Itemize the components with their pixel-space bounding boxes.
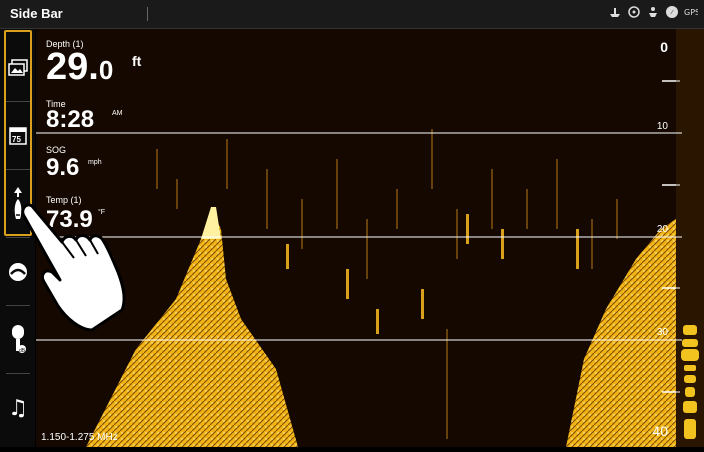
sog-value: 9.6 bbox=[46, 154, 80, 181]
depth-mark-40: 40 bbox=[652, 423, 668, 439]
music-note-icon: ♫ bbox=[8, 395, 28, 421]
anchor-icon bbox=[646, 5, 660, 19]
compass-icon bbox=[665, 5, 679, 19]
depth-strip-graphic bbox=[676, 29, 704, 447]
thermometer-gauge-icon: 75 bbox=[9, 127, 27, 145]
topbar-divider bbox=[147, 7, 148, 21]
depth-unit: ft bbox=[132, 53, 142, 69]
depth-strip bbox=[676, 29, 704, 447]
gallery-icon bbox=[8, 59, 28, 76]
status-icons: GPS bbox=[608, 5, 700, 19]
music-button[interactable]: ♫ bbox=[4, 377, 32, 439]
steering-wheel-icon bbox=[627, 5, 641, 19]
svg-text:dB: dB bbox=[19, 348, 26, 354]
frequency-readout: 1.150-1.275 MHz bbox=[41, 432, 118, 443]
temperature-widget-button[interactable]: 75 bbox=[4, 105, 32, 167]
sidebar-separator bbox=[6, 169, 30, 170]
sidebar-title: Side Bar bbox=[10, 6, 63, 21]
depth-mark-20: 20 bbox=[656, 224, 668, 235]
top-status-bar: Side Bar GPS bbox=[0, 0, 704, 29]
time-unit: AM bbox=[112, 110, 123, 117]
sidebar-separator bbox=[6, 101, 30, 102]
gps-icon: GPS bbox=[684, 5, 700, 19]
svg-text:GPS: GPS bbox=[684, 8, 698, 17]
sog-unit: mph bbox=[88, 159, 102, 166]
depth-mark-30: 30 bbox=[656, 327, 668, 338]
depth-value: 29.0 bbox=[46, 47, 113, 90]
image-gallery-button[interactable] bbox=[4, 37, 32, 99]
time-value: 8:28 bbox=[46, 106, 95, 133]
svg-text:75: 75 bbox=[12, 135, 21, 144]
sidebar-separator bbox=[6, 373, 30, 374]
boat-icon bbox=[608, 5, 622, 19]
depth-mark-0: 0 bbox=[660, 39, 668, 55]
depth-value-fraction: 0 bbox=[98, 55, 114, 85]
pointing-hand-icon bbox=[14, 196, 134, 341]
depth-value-main: 29. bbox=[46, 46, 99, 88]
depth-mark-10: 10 bbox=[656, 121, 668, 132]
